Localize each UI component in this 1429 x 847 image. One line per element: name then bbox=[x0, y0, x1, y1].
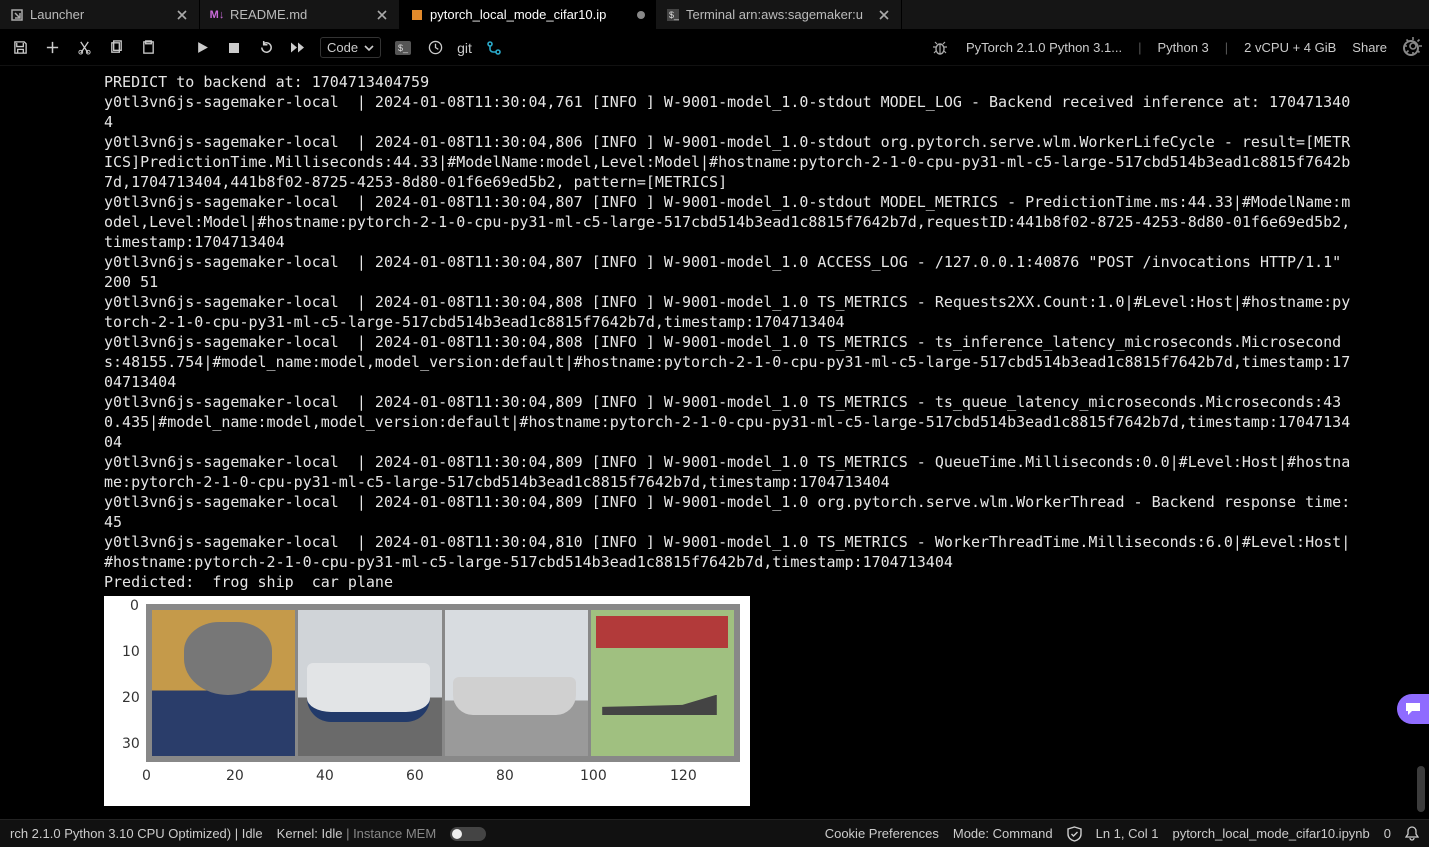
log-output: PREDICT to backend at: 1704713404759 y0t… bbox=[104, 72, 1354, 592]
scrollbar-thumb[interactable] bbox=[1417, 766, 1425, 812]
close-icon[interactable] bbox=[877, 8, 891, 22]
tab-terminal[interactable]: $_ Terminal arn:aws:sagemaker:u bbox=[656, 0, 902, 29]
xtick: 80 bbox=[496, 768, 514, 784]
run-button[interactable] bbox=[192, 38, 212, 58]
mem-toggle[interactable] bbox=[450, 827, 486, 841]
restart-button[interactable] bbox=[256, 38, 276, 58]
markdown-icon: M↓ bbox=[210, 8, 224, 22]
launcher-icon bbox=[10, 8, 24, 22]
shield-icon[interactable] bbox=[1067, 826, 1082, 842]
thumb-plane bbox=[591, 610, 734, 756]
terminal-icon: $_ bbox=[666, 8, 680, 22]
git-diff-button[interactable] bbox=[484, 38, 504, 58]
svg-text:$_: $_ bbox=[398, 43, 409, 53]
xtick: 0 bbox=[142, 768, 151, 784]
thumb-frog bbox=[152, 610, 295, 756]
line-col[interactable]: Ln 1, Col 1 bbox=[1096, 826, 1159, 841]
xtick: 60 bbox=[406, 768, 424, 784]
notebook-toolbar: Code $_ git PyTorch 2.1.0 Python 3.1... … bbox=[0, 30, 1429, 66]
gear-icon[interactable] bbox=[1403, 36, 1423, 60]
tab-notebook[interactable]: pytorch_local_mode_cifar10.ip bbox=[400, 0, 656, 29]
notebook-icon bbox=[410, 8, 424, 22]
bug-icon[interactable] bbox=[930, 38, 950, 58]
tab-label: pytorch_local_mode_cifar10.ip bbox=[430, 7, 631, 22]
ytick: 30 bbox=[122, 736, 140, 752]
status-file[interactable]: pytorch_local_mode_cifar10.ipynb bbox=[1172, 826, 1369, 841]
close-icon[interactable] bbox=[175, 8, 189, 22]
notebook-output: PREDICT to backend at: 1704713404759 y0t… bbox=[0, 66, 1429, 819]
thumb-car bbox=[445, 610, 588, 756]
status-bar: rch 2.1.0 Python 3.10 CPU Optimized) | I… bbox=[0, 819, 1429, 847]
xtick: 20 bbox=[226, 768, 244, 784]
instance-label[interactable]: 2 vCPU + 4 GiB bbox=[1244, 40, 1336, 55]
svg-text:$_: $_ bbox=[669, 10, 679, 20]
mem-label: Instance MEM bbox=[353, 826, 436, 841]
bell-count: 0 bbox=[1384, 826, 1391, 841]
matplotlib-figure: 0 10 20 30 0 20 40 60 80 100 120 bbox=[104, 596, 750, 806]
xtick: 120 bbox=[670, 768, 697, 784]
save-button[interactable] bbox=[10, 38, 30, 58]
tab-bar: Launcher M↓ README.md pytorch_local_mode… bbox=[0, 0, 1429, 30]
cell-type-label: Code bbox=[327, 40, 358, 55]
cell-type-select[interactable]: Code bbox=[320, 37, 381, 58]
cut-button[interactable] bbox=[74, 38, 94, 58]
tab-label: README.md bbox=[230, 7, 369, 22]
tab-label: Launcher bbox=[30, 7, 169, 22]
ytick: 10 bbox=[122, 644, 140, 660]
xtick: 40 bbox=[316, 768, 334, 784]
dirty-indicator-icon bbox=[637, 11, 645, 19]
tab-launcher[interactable]: Launcher bbox=[0, 0, 200, 29]
schedule-button[interactable] bbox=[425, 38, 445, 58]
insert-cell-button[interactable] bbox=[42, 38, 62, 58]
mode-indicator: Mode: Command bbox=[953, 826, 1053, 841]
close-icon[interactable] bbox=[375, 8, 389, 22]
copy-button[interactable] bbox=[106, 38, 126, 58]
status-kernel[interactable]: Kernel: Idle bbox=[277, 826, 343, 841]
chat-bubble-icon[interactable] bbox=[1397, 694, 1429, 724]
run-all-button[interactable] bbox=[288, 38, 308, 58]
kernel-image[interactable]: PyTorch 2.1.0 Python 3.1... bbox=[966, 40, 1122, 55]
image-grid bbox=[146, 604, 740, 762]
xtick: 100 bbox=[580, 768, 607, 784]
chevron-down-icon bbox=[364, 43, 374, 53]
stop-button[interactable] bbox=[224, 38, 244, 58]
ytick: 0 bbox=[130, 598, 139, 614]
git-label: git bbox=[457, 40, 472, 56]
terminal-button[interactable]: $_ bbox=[393, 38, 413, 58]
status-image[interactable]: rch 2.1.0 Python 3.10 CPU Optimized) | I… bbox=[10, 826, 263, 841]
bell-icon[interactable] bbox=[1405, 826, 1419, 842]
tab-label: Terminal arn:aws:sagemaker:u bbox=[686, 7, 871, 22]
kernel-lang[interactable]: Python 3 bbox=[1157, 40, 1208, 55]
tab-readme[interactable]: M↓ README.md bbox=[200, 0, 400, 29]
cookie-preferences[interactable]: Cookie Preferences bbox=[825, 826, 939, 841]
paste-button[interactable] bbox=[138, 38, 158, 58]
ytick: 20 bbox=[122, 690, 140, 706]
thumb-ship bbox=[298, 610, 441, 756]
share-button[interactable]: Share bbox=[1352, 40, 1387, 55]
